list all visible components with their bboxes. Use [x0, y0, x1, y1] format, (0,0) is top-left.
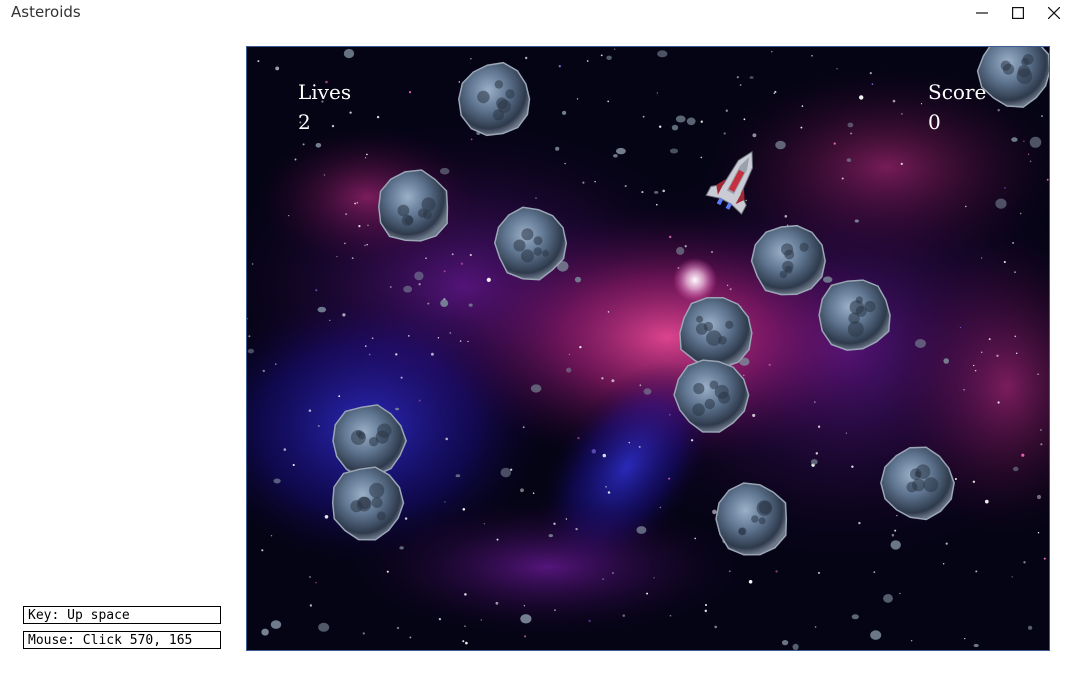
score-value: 0 [928, 110, 941, 134]
lives-value: 2 [298, 110, 311, 134]
mouse-status: Mouse: Click 570, 165 [23, 631, 221, 649]
window-title: Asteroids [11, 3, 81, 21]
asteroids-window: Asteroids Lives 2 Score 0 Key: Up space … [0, 0, 1073, 680]
lives-label: Lives [298, 80, 352, 104]
close-button[interactable] [1036, 0, 1072, 26]
lives-display: Lives 2 [298, 77, 351, 137]
minimize-button[interactable] [964, 0, 1000, 26]
space-background [247, 47, 1049, 650]
key-status: Key: Up space [23, 606, 221, 624]
maximize-button[interactable] [1000, 0, 1036, 26]
score-display: Score 0 [928, 77, 986, 137]
maximize-icon [1012, 7, 1024, 19]
minimize-icon [976, 12, 988, 14]
score-label: Score [928, 80, 987, 104]
close-icon [1048, 7, 1060, 19]
game-canvas[interactable]: Lives 2 Score 0 [246, 46, 1050, 651]
title-bar[interactable]: Asteroids [0, 0, 1073, 28]
